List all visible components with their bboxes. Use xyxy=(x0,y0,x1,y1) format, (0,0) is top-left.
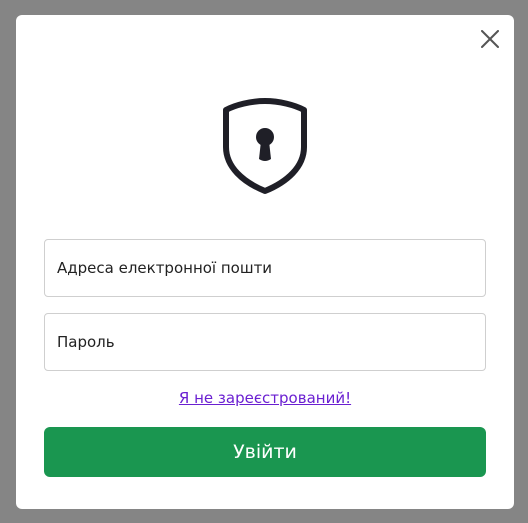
register-link[interactable]: Я не зареєстрований! xyxy=(16,389,514,407)
password-field[interactable] xyxy=(44,313,486,371)
close-button[interactable] xyxy=(478,27,502,51)
close-icon xyxy=(481,30,499,48)
email-field[interactable] xyxy=(44,239,486,297)
shield-keyhole-icon xyxy=(221,97,309,195)
login-button[interactable]: Увійти xyxy=(44,427,486,477)
login-modal: Я не зареєстрований! Увійти xyxy=(16,15,514,509)
